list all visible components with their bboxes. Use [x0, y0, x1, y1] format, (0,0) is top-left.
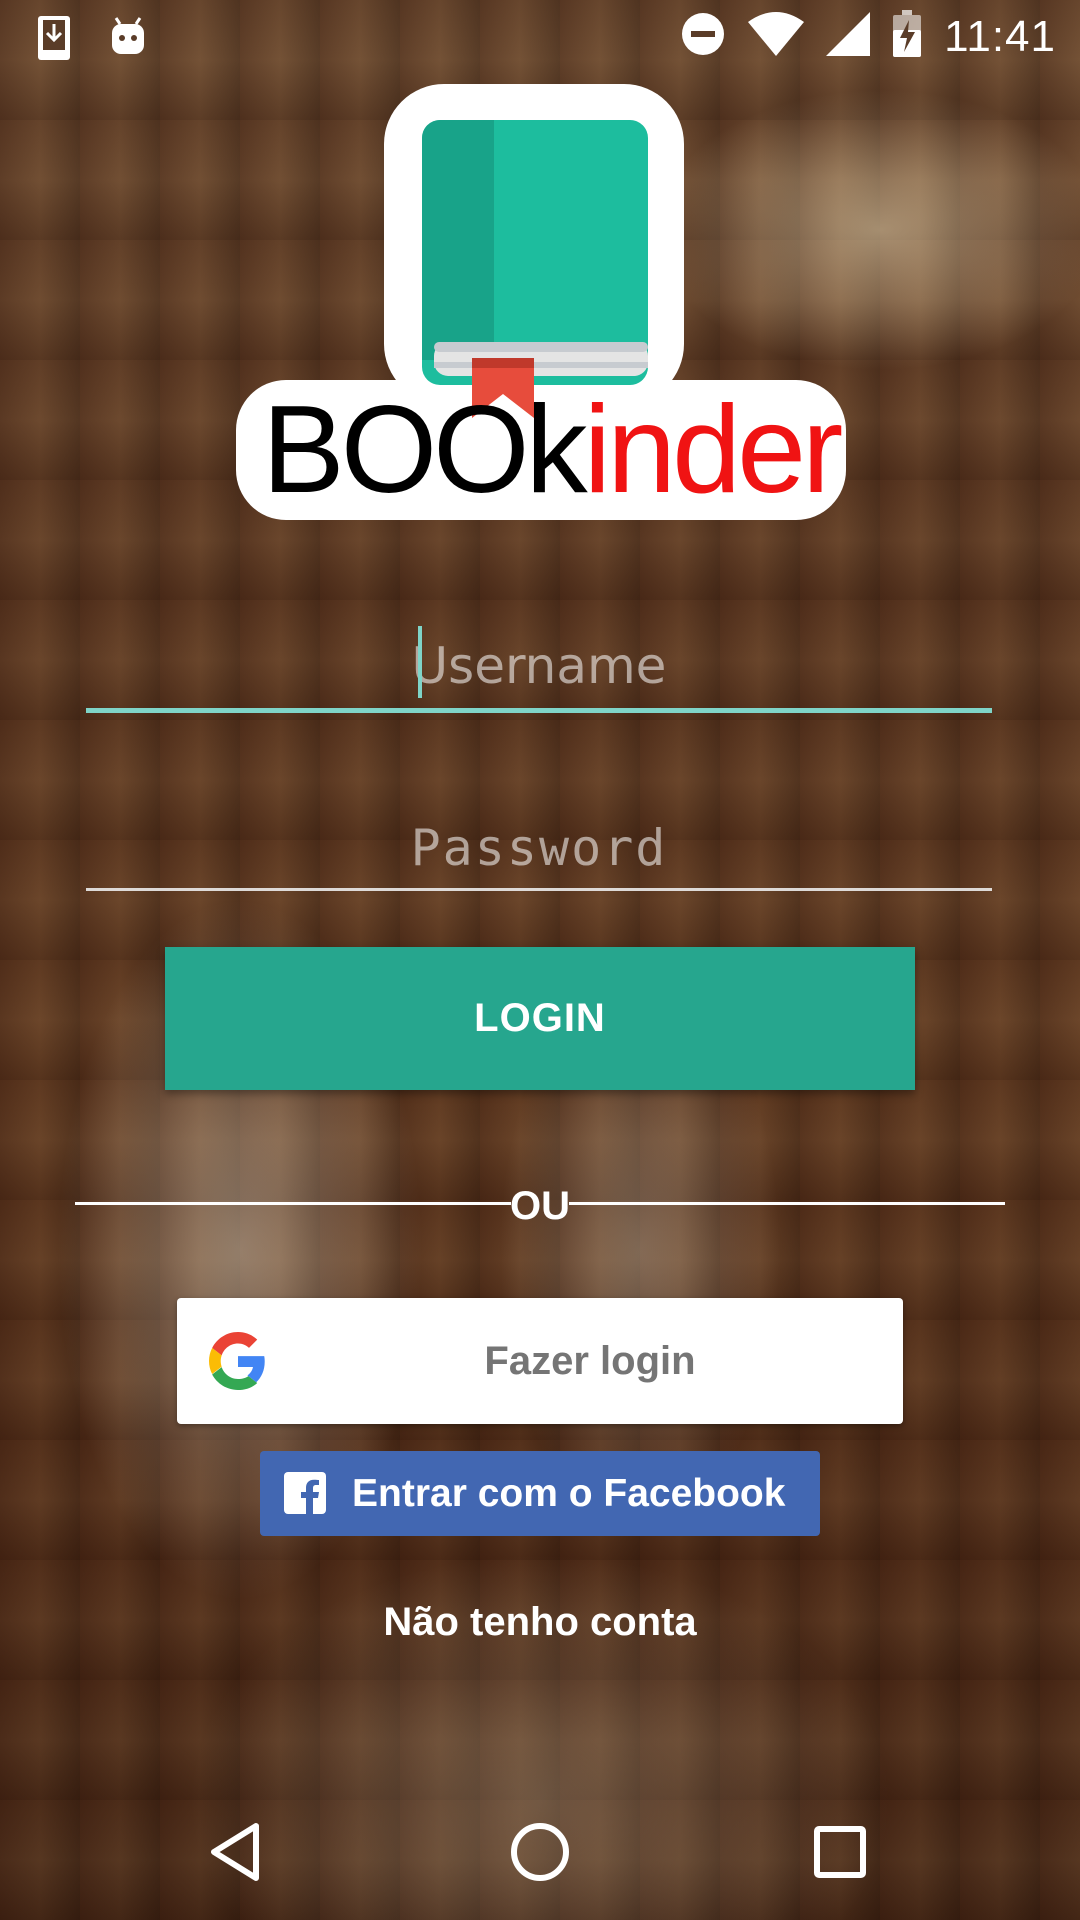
divider-label: OU: [510, 1184, 570, 1228]
no-account-link[interactable]: Não tenho conta: [0, 1600, 1080, 1645]
app-logo: BOOkinder: [232, 80, 852, 520]
back-icon[interactable]: [200, 1812, 280, 1892]
facebook-signin-button[interactable]: Entrar com o Facebook: [260, 1451, 820, 1536]
username-field-container: [86, 626, 992, 713]
status-clock: 11:41: [944, 11, 1056, 61]
facebook-icon: [284, 1472, 326, 1514]
login-button[interactable]: LOGIN: [165, 947, 915, 1090]
cell-signal-icon: [826, 12, 871, 61]
battery-charging-icon: [892, 10, 922, 63]
home-icon[interactable]: [500, 1812, 580, 1892]
google-icon: [209, 1332, 267, 1390]
or-divider: OU: [75, 1178, 1005, 1234]
android-icon: [108, 14, 148, 67]
password-underline: [86, 888, 992, 891]
username-underline: [86, 708, 992, 713]
logo-wordmark: BOOkinder: [262, 381, 843, 519]
username-input[interactable]: [86, 630, 992, 702]
password-field-container: [86, 812, 992, 891]
navigation-bar: [0, 1776, 1080, 1920]
wifi-icon: [748, 12, 805, 61]
do-not-disturb-icon: [680, 11, 726, 62]
recents-icon[interactable]: [800, 1812, 880, 1892]
login-screen: 11:41 BOOkinder LOGIN: [0, 0, 1080, 1920]
download-icon: [36, 14, 72, 67]
status-bar: 11:41: [0, 0, 1080, 72]
facebook-signin-label: Entrar com o Facebook: [352, 1472, 786, 1515]
text-cursor: [418, 626, 422, 698]
google-signin-label: Fazer login: [484, 1339, 696, 1383]
password-input[interactable]: [86, 812, 992, 884]
google-signin-button[interactable]: Fazer login: [177, 1298, 903, 1424]
